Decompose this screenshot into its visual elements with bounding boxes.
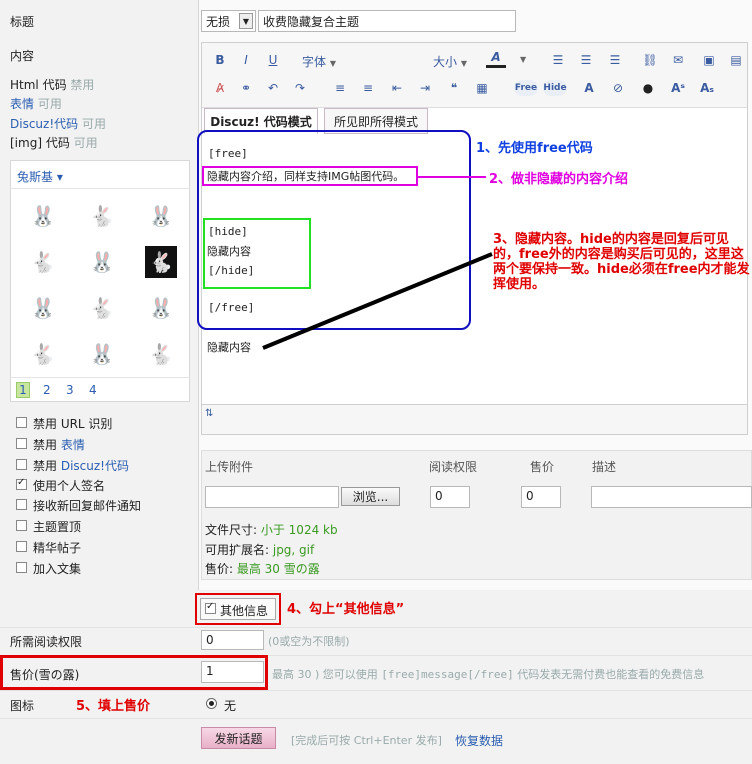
read-permission-hint: (0或空为不限制)	[268, 635, 350, 648]
attachment-col-upload: 上传附件	[205, 460, 254, 474]
attachment-price-input[interactable]: 0	[521, 486, 561, 508]
price-input[interactable]: 1	[201, 661, 264, 683]
attachment-col-desc: 描述	[592, 460, 617, 474]
attachment-size-info: 文件尺寸: 小于 1024 kb	[205, 523, 338, 537]
attachment-desc-input[interactable]	[591, 486, 752, 508]
attachment-price-info: 售价: 最高 30 雪の露	[205, 562, 320, 576]
browse-button[interactable]: 浏览...	[341, 487, 400, 506]
restore-data-link[interactable]: 恢复数据	[455, 732, 503, 749]
annotation-4: 4、勾上“其他信息”	[287, 602, 405, 617]
annotation-3-pointer	[262, 252, 493, 350]
price-label: 售价(雪の露)	[10, 668, 80, 682]
attachment-col-permission: 阅读权限	[429, 460, 478, 474]
read-permission-label: 所需阅读权限	[10, 635, 83, 649]
attachment-permission-input[interactable]: 0	[430, 486, 470, 508]
icon-none-radio[interactable]	[206, 698, 217, 709]
icon-label: 图标	[10, 699, 35, 713]
attachment-file-input[interactable]	[205, 486, 339, 508]
other-info-checkbox[interactable]	[205, 601, 216, 614]
annotation-5: 5、填上售价	[76, 699, 151, 714]
submit-button[interactable]: 发新话题	[201, 727, 276, 749]
price-hint: 最高 30 ) 您可以使用 [free]message[/free] 代码发表无…	[272, 668, 705, 681]
annotation-2: 2、做非隐藏的内容介绍	[489, 172, 629, 187]
submit-hint: [完成后可按 Ctrl+Enter 发布]	[291, 734, 442, 747]
annotation-3: 3、隐藏内容。hide的内容是回复后可见的，free外的内容是购买后可见的，这里…	[493, 232, 750, 292]
other-info-label: 其他信息	[220, 604, 269, 618]
attachment-ext-info: 可用扩展名: jpg, gif	[205, 543, 315, 557]
annotation-1: 1、先使用free代码	[476, 141, 593, 156]
attachment-col-price: 售价	[530, 460, 555, 474]
icon-none-label: 无	[224, 699, 237, 713]
read-permission-input[interactable]: 0	[201, 630, 264, 650]
